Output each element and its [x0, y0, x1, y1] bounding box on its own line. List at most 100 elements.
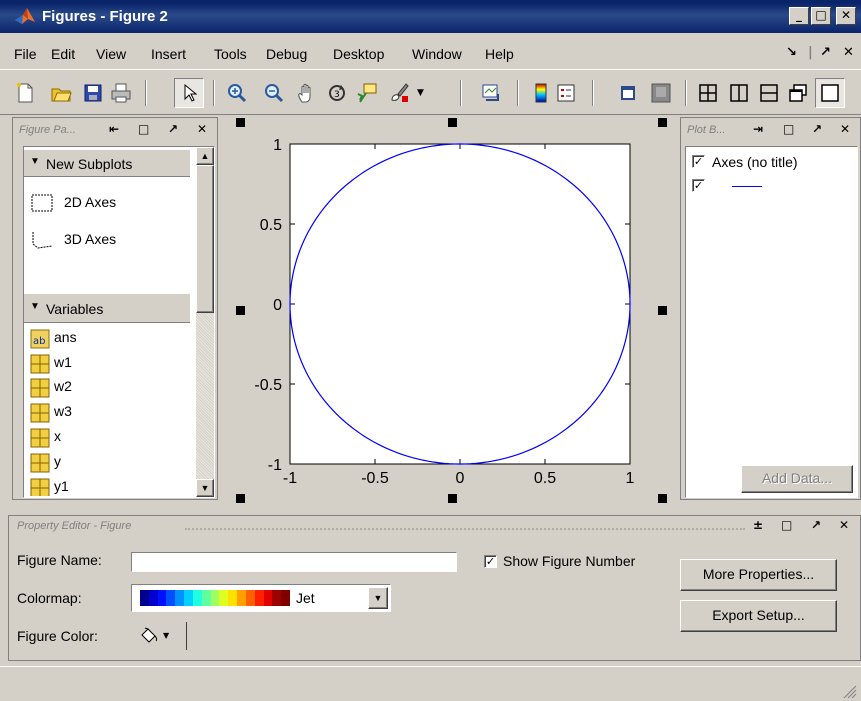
maximize-panel-icon[interactable]: □	[138, 122, 149, 136]
palette-scrollbar[interactable]: ▲ ▼	[196, 147, 214, 497]
show-figure-number-checkbox[interactable]: ✓	[484, 555, 497, 568]
selection-handle[interactable]	[658, 306, 667, 315]
variable-item[interactable]: w3	[30, 401, 190, 425]
close-panel-icon[interactable]: ✕	[839, 518, 849, 532]
selection-handle[interactable]	[448, 494, 457, 503]
selection-handle[interactable]	[658, 118, 667, 127]
menu-help[interactable]: Help	[485, 46, 514, 62]
matrix-variable-icon	[30, 428, 50, 448]
axes-label: Axes (no title)	[712, 154, 798, 170]
axes-visible-checkbox[interactable]: ✓	[692, 155, 705, 168]
colormap-dropdown-arrow-icon[interactable]: ▼	[368, 587, 388, 609]
maximize-button[interactable]: □	[811, 7, 831, 25]
resize-grip-icon[interactable]	[843, 685, 857, 699]
variable-item[interactable]: y	[30, 451, 190, 475]
variable-item[interactable]: ab ans	[30, 327, 190, 351]
property-editor-header: Property Editor - Figure	[17, 520, 132, 532]
figure-name-input[interactable]	[131, 552, 457, 572]
selection-handle[interactable]	[236, 494, 245, 503]
menu-edit[interactable]: Edit	[51, 46, 75, 62]
menu-window[interactable]: Window	[412, 46, 462, 62]
title-bar[interactable]: Figures - Figure 2 _ □ ✕	[0, 0, 861, 33]
colormap-value: Jet	[296, 590, 315, 606]
paint-bucket-icon	[141, 627, 158, 643]
figure-color-button[interactable]: ▼	[131, 622, 187, 650]
variable-item[interactable]: w1	[30, 352, 190, 376]
close-button[interactable]: ✕	[836, 7, 856, 25]
data-cursor-icon[interactable]	[356, 82, 378, 104]
open-file-icon[interactable]	[50, 82, 72, 104]
status-bar	[0, 666, 861, 701]
undock-arrow-icon[interactable]: ↘	[786, 45, 797, 60]
line-visible-checkbox[interactable]: ✓	[692, 179, 705, 192]
menu-desktop[interactable]: Desktop	[333, 46, 384, 62]
legend-icon[interactable]	[555, 82, 577, 104]
dock-arrow-icon[interactable]: ↗	[820, 45, 831, 60]
pin-icon[interactable]: ⇥	[753, 122, 763, 136]
brush-dropdown-arrow-icon[interactable]: ▼	[417, 88, 424, 98]
new-figure-icon[interactable]	[14, 82, 36, 104]
float-windows-icon[interactable]	[787, 82, 809, 104]
zoom-in-icon[interactable]	[226, 82, 248, 104]
new-subplots-section-header[interactable]: ▼ New Subplots	[24, 149, 190, 177]
matrix-variable-icon	[30, 478, 50, 496]
print-icon[interactable]	[110, 82, 132, 104]
minimize-button[interactable]: _	[789, 7, 809, 25]
close-panel-icon[interactable]: ✕	[197, 122, 207, 136]
pin-icon[interactable]: ±	[753, 518, 763, 532]
line-item[interactable]: ✓	[692, 177, 852, 197]
y-tick-label: 1	[273, 137, 282, 154]
variable-item[interactable]: y1	[30, 476, 190, 496]
menu-file[interactable]: File	[14, 46, 37, 62]
rotate-3d-icon[interactable]: 3	[326, 82, 348, 104]
more-properties-button[interactable]: More Properties...	[680, 559, 837, 591]
variable-item[interactable]: w2	[30, 376, 190, 400]
axes-3d-item[interactable]: 3D Axes	[30, 228, 190, 252]
close-figure-icon[interactable]: ✕	[843, 45, 854, 60]
tile-grid-icon[interactable]	[697, 82, 719, 104]
tile-rows-icon[interactable]	[758, 82, 780, 104]
maximize-docked-button[interactable]	[815, 78, 845, 108]
menu-insert[interactable]: Insert	[151, 46, 186, 62]
axes-2d-item[interactable]: 2D Axes	[30, 191, 190, 215]
add-data-button[interactable]: Add Data...	[741, 465, 853, 493]
axes-box[interactable]	[289, 143, 631, 465]
pin-icon[interactable]: ⇤	[109, 122, 119, 136]
svg-text:3: 3	[334, 90, 340, 100]
drag-grip[interactable]	[185, 528, 745, 532]
axes-item[interactable]: ✓ Axes (no title)	[692, 153, 852, 173]
maximize-panel-icon[interactable]: □	[781, 518, 792, 532]
selection-handle[interactable]	[236, 118, 245, 127]
scroll-thumb[interactable]	[196, 165, 214, 313]
menu-debug[interactable]: Debug	[266, 46, 307, 62]
pan-hand-icon[interactable]	[296, 82, 318, 104]
colorbar-icon[interactable]	[530, 82, 552, 104]
save-icon[interactable]	[82, 82, 104, 104]
hide-plot-tools-icon[interactable]	[617, 82, 639, 104]
tile-columns-icon[interactable]	[728, 82, 750, 104]
link-plot-icon[interactable]	[480, 82, 502, 104]
variable-item[interactable]: x	[30, 426, 190, 450]
scroll-down-button[interactable]: ▼	[196, 479, 214, 497]
selection-handle[interactable]	[236, 306, 245, 315]
colormap-select[interactable]: Jet ▼	[131, 584, 391, 612]
selection-handle[interactable]	[448, 118, 457, 127]
plot-axes[interactable]: -1 -0.5 0 0.5 1 1 0.5 0 -0.5 -1	[224, 117, 676, 503]
menu-tools[interactable]: Tools	[214, 46, 247, 62]
brush-icon[interactable]	[388, 82, 410, 104]
edit-plot-button[interactable]	[174, 78, 204, 108]
menu-view[interactable]: View	[96, 46, 126, 62]
undock-panel-icon[interactable]: ↗	[812, 122, 822, 136]
scroll-up-button[interactable]: ▲	[196, 147, 214, 165]
undock-panel-icon[interactable]: ↗	[168, 122, 178, 136]
close-panel-icon[interactable]: ✕	[840, 122, 850, 136]
show-plot-tools-icon[interactable]	[650, 82, 672, 104]
figure-canvas[interactable]: -1 -0.5 0 0.5 1 1 0.5 0 -0.5 -1	[224, 117, 676, 503]
selection-handle[interactable]	[658, 494, 667, 503]
zoom-out-icon[interactable]	[263, 82, 285, 104]
pointer-arrow-icon	[184, 84, 198, 102]
maximize-panel-icon[interactable]: □	[783, 122, 794, 136]
variables-section-header[interactable]: ▼ Variables	[24, 293, 190, 323]
undock-panel-icon[interactable]: ↗	[811, 518, 821, 532]
export-setup-button[interactable]: Export Setup...	[680, 600, 837, 632]
